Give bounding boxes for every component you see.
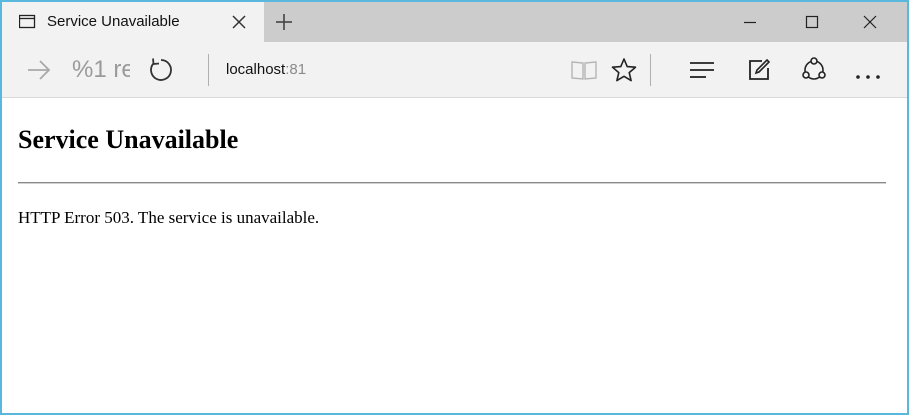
- page-title: Service Unavailable: [18, 125, 239, 154]
- close-window-button[interactable]: [842, 2, 900, 42]
- error-message: HTTP Error 503. The service is unavailab…: [18, 208, 320, 227]
- toolbar-divider: [208, 54, 209, 86]
- minimize-button[interactable]: [722, 2, 780, 42]
- page-content: Service Unavailable HTTP Error 503. The …: [2, 98, 907, 413]
- tab-title: Service Unavailable: [47, 13, 180, 30]
- hub-lines-icon[interactable]: [688, 60, 716, 85]
- refresh-icon[interactable]: [148, 57, 174, 88]
- address-port: :81: [285, 61, 307, 78]
- share-icon[interactable]: [800, 56, 828, 89]
- maximize-icon: [805, 15, 819, 29]
- maximize-button[interactable]: [784, 2, 842, 42]
- navigation-toolbar: %1 re localhost:81: [2, 42, 907, 98]
- plus-icon: [276, 14, 292, 30]
- arrow-right-icon[interactable]: [26, 58, 52, 87]
- close-icon: [863, 15, 877, 29]
- page-icon: [18, 14, 36, 30]
- tab-service-unavailable[interactable]: Service Unavailable: [2, 2, 264, 42]
- more-dots-icon[interactable]: [855, 67, 881, 85]
- pen-square-icon[interactable]: [747, 58, 771, 87]
- new-tab-button[interactable]: [273, 11, 295, 33]
- horizontal-rule: [18, 182, 886, 184]
- browser-window: Service Unavailable %1 re localhost:81 S…: [0, 0, 909, 415]
- close-icon[interactable]: [230, 13, 248, 31]
- address-bar[interactable]: localhost:81: [226, 61, 306, 78]
- back-button-label[interactable]: %1 re: [72, 56, 130, 84]
- title-bar: Service Unavailable: [2, 2, 907, 42]
- toolbar-divider: [650, 54, 651, 86]
- star-icon[interactable]: [611, 57, 637, 88]
- minimize-icon: [744, 21, 756, 24]
- book-icon[interactable]: [570, 59, 598, 86]
- address-host: localhost: [226, 61, 286, 78]
